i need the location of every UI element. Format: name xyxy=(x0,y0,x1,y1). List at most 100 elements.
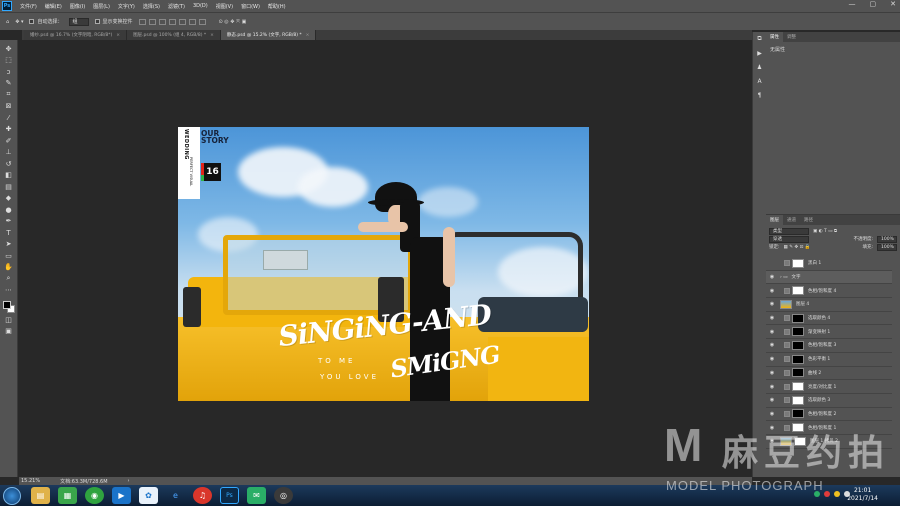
foreground-color-swatch[interactable] xyxy=(2,301,11,309)
tab-channels[interactable]: 通道 xyxy=(783,215,800,225)
layer-mask-thumbnail[interactable] xyxy=(792,368,804,378)
close-tab-icon[interactable]: × xyxy=(116,33,120,38)
tab-paths[interactable]: 路径 xyxy=(800,215,817,225)
hand-tool-icon[interactable]: ✋ xyxy=(3,262,15,274)
layer-mask-thumbnail[interactable] xyxy=(792,327,804,337)
close-tab-icon[interactable]: × xyxy=(306,33,310,38)
taskbar-clock[interactable]: 21:01 2021/7/14 xyxy=(847,487,878,503)
layer-row[interactable]: ◉ 选取颜色 4 xyxy=(766,312,892,326)
layer-mask-thumbnail[interactable] xyxy=(792,286,804,296)
3d-mode-icon[interactable]: ⊙ ◎ ✥ ⤧ ▣ xyxy=(219,19,247,25)
tab-adjustments[interactable]: 调整 xyxy=(783,32,800,42)
menu-layer[interactable]: 图层(L) xyxy=(93,3,110,10)
minimize-button[interactable]: — xyxy=(849,0,856,8)
path-select-tool-icon[interactable]: ➤ xyxy=(3,239,15,251)
visibility-eye-icon[interactable]: ◉ xyxy=(768,370,776,376)
menu-help[interactable]: 帮助(H) xyxy=(268,3,286,10)
frame-tool-icon[interactable]: ⊠ xyxy=(3,101,15,113)
menu-type[interactable]: 文字(Y) xyxy=(118,3,135,10)
tray-wechat-icon[interactable] xyxy=(814,491,820,497)
menu-filter[interactable]: 滤镜(T) xyxy=(168,3,185,10)
align-top-icon[interactable] xyxy=(168,18,176,25)
pen-tool-icon[interactable]: ✒ xyxy=(3,216,15,228)
visibility-eye-icon[interactable]: ◉ xyxy=(768,329,776,335)
opacity-input[interactable]: 100% xyxy=(877,235,897,243)
layer-row[interactable]: 黑白 1 xyxy=(766,257,892,271)
menu-file[interactable]: 文件(F) xyxy=(20,3,37,10)
blend-mode-select[interactable]: 穿透 xyxy=(769,235,809,243)
menu-view[interactable]: 视图(V) xyxy=(216,3,233,10)
cloud-icon[interactable]: ✿ xyxy=(139,487,158,504)
move-tool-icon[interactable]: ✥ xyxy=(3,43,15,55)
auto-select-checkbox[interactable] xyxy=(29,19,35,24)
lock-icons[interactable]: ▦ ✎ ✥ ⊡ 🔒 xyxy=(784,245,811,250)
layer-mask-thumbnail[interactable] xyxy=(792,395,804,405)
tab-layers[interactable]: 图层 xyxy=(766,215,783,225)
tray-network-icon[interactable] xyxy=(834,491,840,497)
layer-mask-thumbnail[interactable] xyxy=(792,340,804,350)
healing-tool-icon[interactable]: ✚ xyxy=(3,124,15,136)
visibility-eye-icon[interactable]: ◉ xyxy=(768,397,776,403)
document-canvas-image[interactable]: WEDDING PERFECT VISUAL OUR STORY 16 SiNG… xyxy=(178,127,589,401)
filter-icons[interactable]: ▣ ◐ T ▭ ⧉ xyxy=(813,228,837,234)
layer-row[interactable]: ◉ 渐变映射 1 xyxy=(766,325,892,340)
quick-mask-icon[interactable]: ◫ xyxy=(3,314,15,326)
screen-mode-icon[interactable]: ▣ xyxy=(3,326,15,338)
layer-row[interactable]: ◉ 图层 4 xyxy=(766,298,892,312)
visibility-eye-icon[interactable]: ◉ xyxy=(768,438,776,444)
zoom-tool-icon[interactable]: ⌕ xyxy=(3,273,15,285)
layer-row[interactable]: ◉ 色相/饱和度 3 xyxy=(766,339,892,353)
home-icon[interactable]: ⌂ xyxy=(6,19,9,25)
blur-tool-icon[interactable]: ◆ xyxy=(3,193,15,205)
app-green-icon[interactable]: ◉ xyxy=(85,487,104,504)
crop-tool-icon[interactable]: ⌗ xyxy=(3,89,15,101)
camera-icon[interactable]: ◎ xyxy=(274,487,293,504)
menu-3d[interactable]: 3D(D) xyxy=(193,3,208,9)
zoom-level[interactable]: 15.21% xyxy=(21,478,40,484)
marquee-tool-icon[interactable]: ⬚ xyxy=(3,55,15,67)
visibility-eye-icon[interactable]: ◉ xyxy=(768,425,776,431)
layer-filter-select[interactable]: 类型 xyxy=(769,227,809,235)
brush-tool-icon[interactable]: ✐ xyxy=(3,135,15,147)
visibility-eye-icon[interactable]: ◉ xyxy=(768,384,776,390)
visibility-eye-icon[interactable]: ◉ xyxy=(768,411,776,417)
align-bottom-icon[interactable] xyxy=(188,18,196,25)
align-middle-icon[interactable] xyxy=(178,18,186,25)
status-arrow-icon[interactable]: › xyxy=(128,478,130,484)
eyedropper-tool-icon[interactable]: ⁄ xyxy=(3,112,15,124)
layer-row[interactable]: ◉ 色彩平衡 1 xyxy=(766,353,892,367)
dodge-tool-icon[interactable]: ● xyxy=(3,204,15,216)
layer-mask-thumbnail[interactable] xyxy=(792,313,804,323)
shape-tool-icon[interactable]: ▭ xyxy=(3,250,15,262)
layer-row[interactable]: ◉ 色相/饱和度 4 xyxy=(766,284,892,299)
menu-image[interactable]: 图像(I) xyxy=(70,3,85,10)
tray-app-icon[interactable] xyxy=(824,491,830,497)
layer-mask-thumbnail[interactable] xyxy=(792,382,804,392)
more-tools-icon[interactable]: ⋯ xyxy=(3,285,15,297)
quick-select-tool-icon[interactable]: ✎ xyxy=(3,78,15,90)
lasso-tool-icon[interactable]: ↄ xyxy=(3,66,15,78)
music-icon[interactable]: ♫ xyxy=(193,487,212,504)
paragraph-panel-icon[interactable]: ¶ xyxy=(755,90,765,100)
fill-input[interactable]: 100% xyxy=(877,243,897,251)
visibility-eye-icon[interactable]: ◉ xyxy=(768,342,776,348)
canvas-area[interactable]: WEDDING PERFECT VISUAL OUR STORY 16 SiNG… xyxy=(19,40,752,477)
visibility-eye-icon[interactable]: ◉ xyxy=(768,356,776,362)
visibility-eye-icon[interactable]: ◉ xyxy=(768,288,776,294)
layer-row[interactable]: ◉ 亮度/对比度 1 xyxy=(766,380,892,394)
explorer-icon[interactable]: ▤ xyxy=(31,487,50,504)
eraser-tool-icon[interactable]: ◧ xyxy=(3,170,15,182)
tab-document-3[interactable]: 静态.psd @ 15.2% (文字, RGB/8) * × xyxy=(220,30,317,40)
video-player-icon[interactable]: ▶ xyxy=(112,487,131,504)
align-left-icon[interactable] xyxy=(138,18,146,25)
tab-document-2[interactable]: 图层.psd @ 100% (组 4, RGB/8) * × xyxy=(127,30,221,40)
type-tool-icon[interactable]: T xyxy=(3,227,15,239)
ie-browser-icon[interactable]: e xyxy=(166,487,185,504)
actions-panel-icon[interactable]: ▶ xyxy=(755,48,765,58)
layer-mask-thumbnail[interactable] xyxy=(792,423,804,433)
maximize-button[interactable]: ▢ xyxy=(870,0,877,8)
layer-row[interactable]: ◉ 曲线 2 xyxy=(766,367,892,381)
layer-row[interactable]: ◉ › ▭ 文字 xyxy=(766,270,892,285)
layer-row[interactable]: ◉ 图层 1 拷贝 2 xyxy=(766,435,892,449)
user-panel-icon[interactable]: ♟ xyxy=(755,62,765,72)
